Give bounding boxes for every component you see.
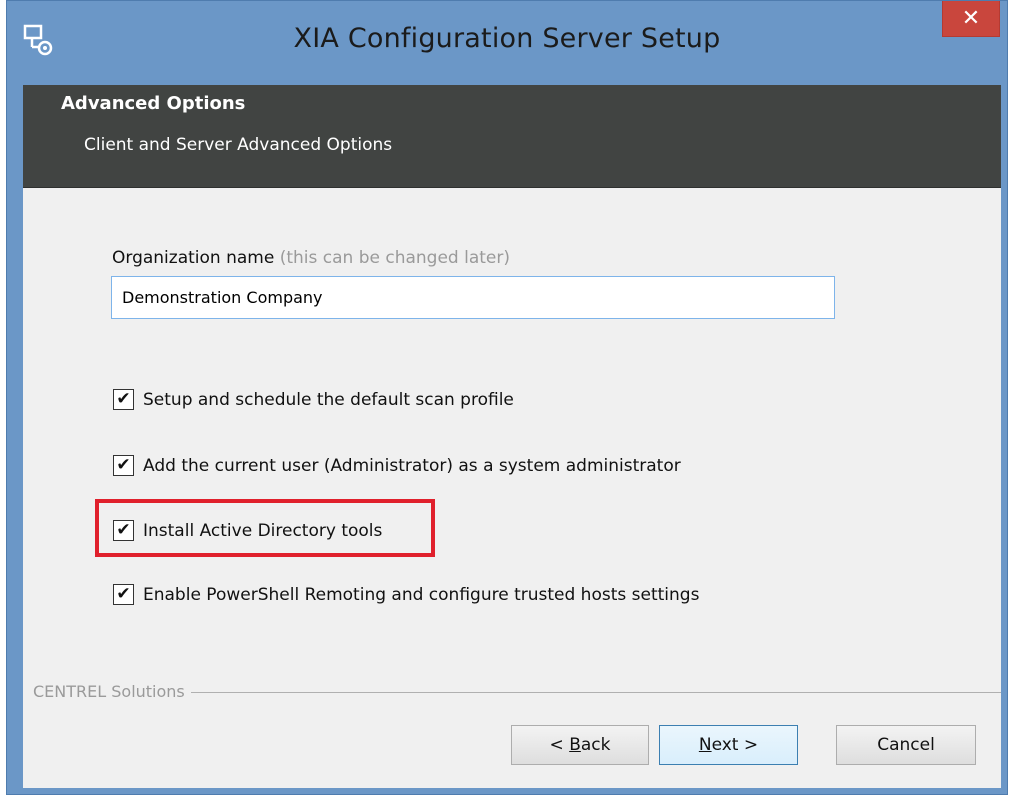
option-system-administrator[interactable]: ✔ Add the current user (Administrator) a… bbox=[113, 455, 681, 476]
back-button-prefix: < bbox=[549, 735, 570, 755]
page-subtitle: Client and Server Advanced Options bbox=[84, 135, 393, 155]
checkbox-default-scan-profile[interactable]: ✔ bbox=[113, 389, 134, 410]
option-default-scan-profile[interactable]: ✔ Setup and schedule the default scan pr… bbox=[113, 389, 514, 410]
checkbox-powershell-remoting[interactable]: ✔ bbox=[113, 584, 134, 605]
cancel-button[interactable]: Cancel bbox=[836, 725, 976, 765]
back-button-rest: ack bbox=[580, 735, 611, 755]
checkmark-icon: ✔ bbox=[116, 584, 131, 604]
highlight-annotation bbox=[95, 499, 435, 557]
organization-name-label-text: Organization name bbox=[112, 248, 275, 268]
organization-name-hint: (this can be changed later) bbox=[279, 248, 510, 268]
back-button-accel: B bbox=[569, 735, 581, 755]
checkmark-icon: ✔ bbox=[116, 455, 131, 475]
organization-name-input[interactable] bbox=[111, 276, 835, 319]
next-button-rest: ext > bbox=[711, 735, 759, 755]
header-banner: Advanced Options Client and Server Advan… bbox=[23, 85, 1001, 188]
organization-name-label: Organization name (this can be changed l… bbox=[112, 248, 510, 268]
option-label: Enable PowerShell Remoting and configure… bbox=[143, 584, 700, 605]
next-button[interactable]: Next > bbox=[659, 725, 798, 765]
footer-brand: CENTREL Solutions bbox=[33, 682, 191, 701]
title-bar[interactable]: XIA Configuration Server Setup ✕ bbox=[7, 1, 1007, 85]
next-button-accel: N bbox=[698, 735, 712, 755]
checkmark-icon: ✔ bbox=[116, 389, 131, 409]
setup-window: XIA Configuration Server Setup ✕ Advance… bbox=[6, 0, 1008, 795]
checkbox-system-administrator[interactable]: ✔ bbox=[113, 455, 134, 476]
close-icon: ✕ bbox=[961, 6, 981, 31]
window-title: XIA Configuration Server Setup bbox=[293, 23, 721, 54]
back-button[interactable]: < Back bbox=[511, 725, 649, 765]
option-powershell-remoting[interactable]: ✔ Enable PowerShell Remoting and configu… bbox=[113, 584, 699, 605]
option-label: Add the current user (Administrator) as … bbox=[143, 455, 681, 476]
page-title: Advanced Options bbox=[61, 93, 246, 114]
option-label: Setup and schedule the default scan prof… bbox=[143, 389, 514, 410]
close-button[interactable]: ✕ bbox=[942, 1, 1000, 37]
dialog-body: Advanced Options Client and Server Advan… bbox=[23, 85, 1001, 788]
